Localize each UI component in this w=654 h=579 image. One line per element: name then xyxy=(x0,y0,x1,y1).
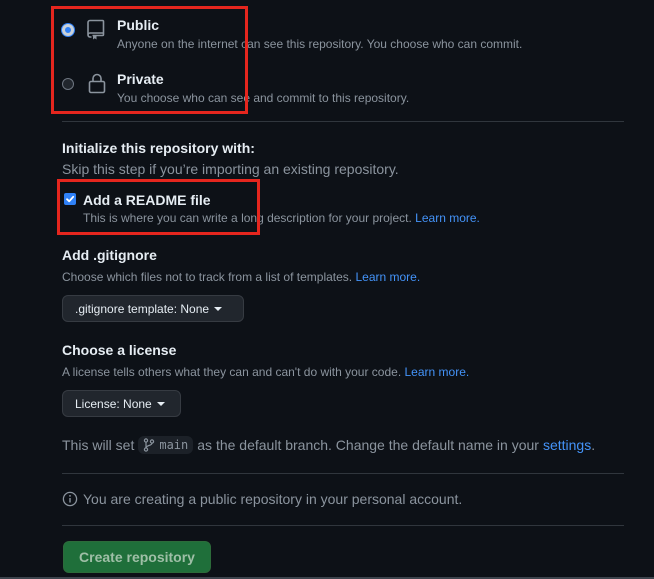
license-select-label: License: None xyxy=(75,396,152,411)
license-description: A license tells others what they can and… xyxy=(62,365,469,379)
private-radio[interactable] xyxy=(62,78,74,90)
readme-learn-more-link[interactable]: Learn more. xyxy=(415,211,480,225)
visibility-option-private[interactable]: Private You choose who can see and commi… xyxy=(62,70,409,107)
caret-down-icon xyxy=(156,401,165,406)
visibility-option-public[interactable]: Public Anyone on the internet can see th… xyxy=(62,16,522,53)
public-radio[interactable] xyxy=(62,24,74,36)
gitignore-description-text: Choose which files not to track from a l… xyxy=(62,270,353,284)
public-description: Anyone on the internet can see this repo… xyxy=(117,37,523,51)
git-branch-icon xyxy=(144,438,155,452)
public-repo-info: You are creating a public repository in … xyxy=(62,491,462,507)
gitignore-template-select[interactable]: .gitignore template: None xyxy=(62,295,244,322)
gitignore-description: Choose which files not to track from a l… xyxy=(62,270,420,284)
repo-icon xyxy=(87,19,105,40)
branch-name: main xyxy=(159,438,189,452)
license-description-text: A license tells others what they can and… xyxy=(62,365,402,379)
branch-prefix: This will set xyxy=(62,437,135,453)
divider xyxy=(62,473,624,474)
gitignore-title: Add .gitignore xyxy=(62,247,157,263)
divider xyxy=(62,525,624,526)
private-title: Private xyxy=(117,71,164,87)
readme-label[interactable]: Add a README file xyxy=(83,192,211,208)
license-select[interactable]: License: None xyxy=(62,390,181,417)
check-icon xyxy=(66,195,75,203)
gitignore-learn-more-link[interactable]: Learn more. xyxy=(355,270,420,284)
settings-link[interactable]: settings xyxy=(543,437,591,453)
public-title: Public xyxy=(117,17,160,33)
init-description: Skip this step if you’re importing an ex… xyxy=(62,161,399,177)
branch-end: . xyxy=(591,437,596,453)
default-branch-note: This will set main as the default branch… xyxy=(62,436,595,454)
info-icon xyxy=(62,491,78,507)
caret-down-icon xyxy=(214,306,223,311)
gitignore-select-label: .gitignore template: None xyxy=(75,301,210,316)
readme-checkbox[interactable] xyxy=(64,193,76,205)
info-text: You are creating a public repository in … xyxy=(83,491,463,507)
new-repository-form: Public Anyone on the internet can see th… xyxy=(0,0,654,579)
lock-icon xyxy=(88,73,106,94)
divider xyxy=(62,121,624,122)
init-title: Initialize this repository with: xyxy=(62,140,255,156)
branch-name-pill: main xyxy=(138,436,194,454)
readme-description-text: This is where you can write a long descr… xyxy=(83,211,412,225)
create-repository-button[interactable]: Create repository xyxy=(63,541,211,573)
license-learn-more-link[interactable]: Learn more. xyxy=(405,365,470,379)
readme-description: This is where you can write a long descr… xyxy=(83,211,480,225)
branch-suffix: as the default branch. Change the defaul… xyxy=(197,437,539,453)
private-description: You choose who can see and commit to thi… xyxy=(117,91,410,105)
license-title: Choose a license xyxy=(62,342,177,358)
